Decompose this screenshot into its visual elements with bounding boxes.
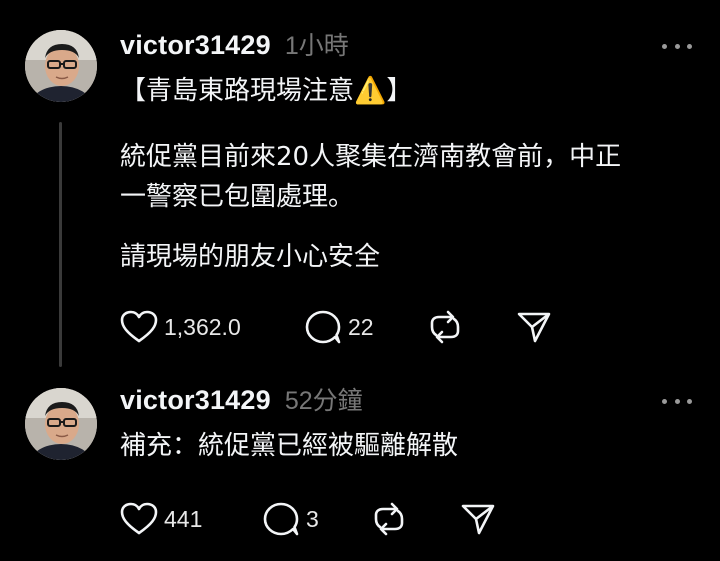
share-button[interactable] [460,499,496,539]
post-text-line: 【青島東路現場注意⚠️】 [120,76,413,106]
more-icon[interactable] [662,40,692,52]
avatar-image [25,388,97,460]
repost-icon [374,502,404,536]
comment-count: 3 [306,505,319,532]
avatar[interactable] [25,388,97,460]
comment-icon [263,502,299,536]
username[interactable]: victor31429 [120,30,271,61]
avatar[interactable] [25,30,97,102]
comment-button[interactable]: 22 [304,307,374,347]
thread-line [59,122,62,367]
like-button[interactable]: 441 [120,499,202,539]
post-text-line: 一警察已包圍處理。 [120,182,355,212]
repost-button[interactable] [426,307,464,347]
post-text-line: 統促黨目前來20人聚集在濟南教會前，中正 [120,142,622,172]
avatar-image [25,30,97,102]
like-count: 1,362.0 [164,313,241,340]
timestamp: 52分鐘 [284,387,363,415]
more-icon[interactable] [662,395,692,407]
repost-icon [430,310,460,344]
send-icon [517,312,551,343]
send-icon [461,504,495,535]
post-text-line: 補充：統促黨已經被驅離解散 [120,431,459,461]
post-header: victor31429 52分鐘 [120,381,363,417]
heart-icon [120,310,158,343]
heart-icon [120,502,158,535]
like-button[interactable]: 1,362.0 [120,307,241,347]
comment-count: 22 [348,313,374,340]
comment-icon [305,310,341,344]
post-header: victor31429 1小時 [120,26,349,62]
comment-button[interactable]: 3 [262,499,319,539]
thread-post: victor31429 1小時 【青島東路現場注意⚠️】 統促黨目前來20人聚集… [0,0,720,375]
thread-post: victor31429 52分鐘 補充：統促黨已經被驅離解散 441 3 [0,375,720,561]
like-count: 441 [164,505,203,532]
timestamp: 1小時 [284,32,349,60]
username[interactable]: victor31429 [120,385,271,416]
repost-button[interactable] [370,499,408,539]
share-button[interactable] [516,307,552,347]
post-text-line: 請現場的朋友小心安全 [120,242,381,272]
